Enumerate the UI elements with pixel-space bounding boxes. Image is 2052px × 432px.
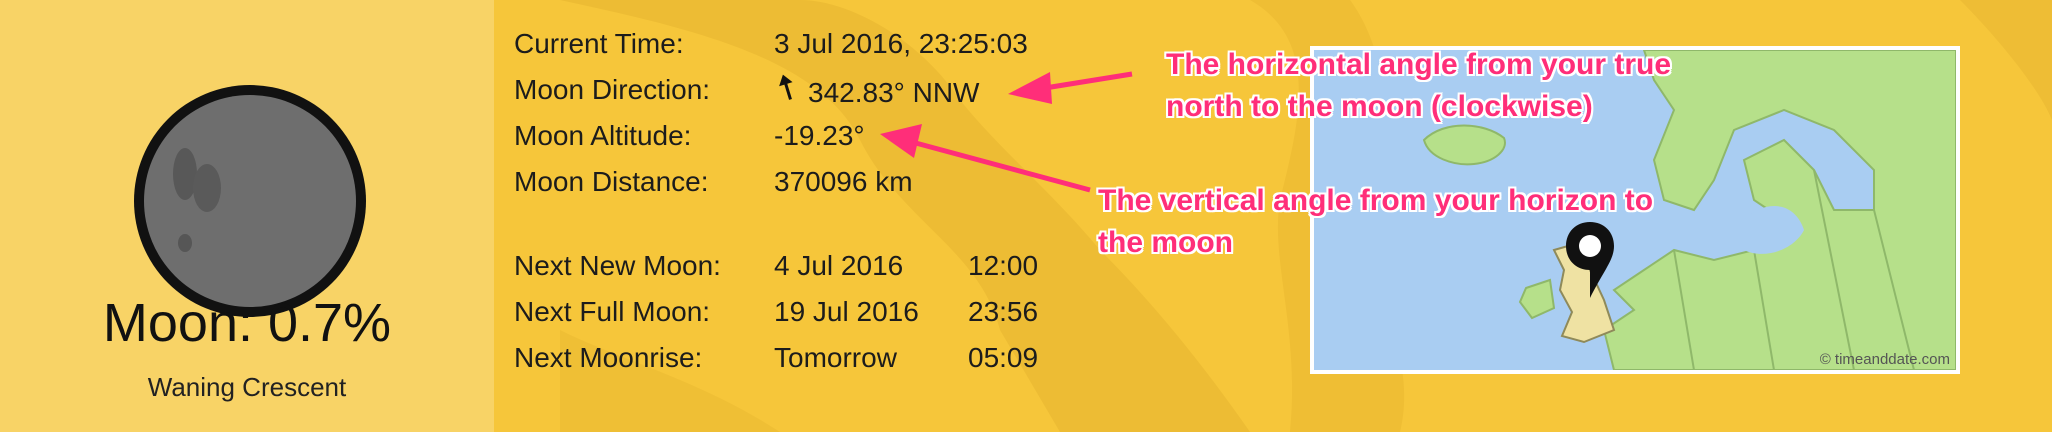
next-full-moon-time: 23:56 (968, 296, 1039, 327)
next-moonrise-time: 05:09 (968, 342, 1039, 373)
next-full-moon-label: Next Full Moon: (514, 296, 711, 327)
next-moonrise-label: Next Moonrise: (514, 342, 703, 373)
next-full-moon-date: 19 Jul 2016 (774, 296, 919, 327)
moon-phase-name: Waning Crescent (147, 372, 347, 402)
moon-distance-label: Moon Distance: (514, 166, 709, 197)
direction-arrow-icon (779, 74, 793, 100)
direction-annotation: The horizontal angle from your true nort… (1166, 44, 1671, 128)
moon-altitude-label: Moon Altitude: (514, 120, 692, 151)
direction-annotation-line1: The horizontal angle from your true (1166, 48, 1672, 81)
next-moonrise-date: Tomorrow (774, 342, 897, 373)
next-new-moon-date: 4 Jul 2016 (774, 250, 904, 281)
moon-altitude-value: -19.23° (774, 120, 865, 151)
current-time-value: 3 Jul 2016, 23:25:03 (774, 28, 1028, 59)
altitude-annotation: The vertical angle from your horizon to … (1098, 180, 1653, 264)
moon-distance-value: 370096 km (774, 166, 913, 197)
altitude-annotation-line1: The vertical angle from your horizon to (1098, 184, 1654, 217)
altitude-annotation-line2: the moon (1098, 226, 1233, 259)
moon-direction-value-wrap: 342.83° NNW (774, 74, 980, 109)
current-time-label: Current Time: (514, 28, 684, 59)
next-new-moon-label: Next New Moon: (514, 250, 721, 281)
direction-annotation-line2: north to the moon (clockwise) (1166, 90, 1593, 123)
moon-phase-illustration (134, 85, 366, 317)
moon-illumination-percent: Moon: 0.7% (102, 293, 392, 353)
map-credit[interactable]: © timeanddate.com (1820, 351, 1950, 368)
moon-panel: Moon: 0.7% Waning Crescent (0, 0, 494, 432)
next-new-moon-time: 12:00 (968, 250, 1039, 281)
moon-direction-value: 342.83° NNW (808, 77, 980, 108)
moon-direction-label: Moon Direction: (514, 74, 711, 105)
